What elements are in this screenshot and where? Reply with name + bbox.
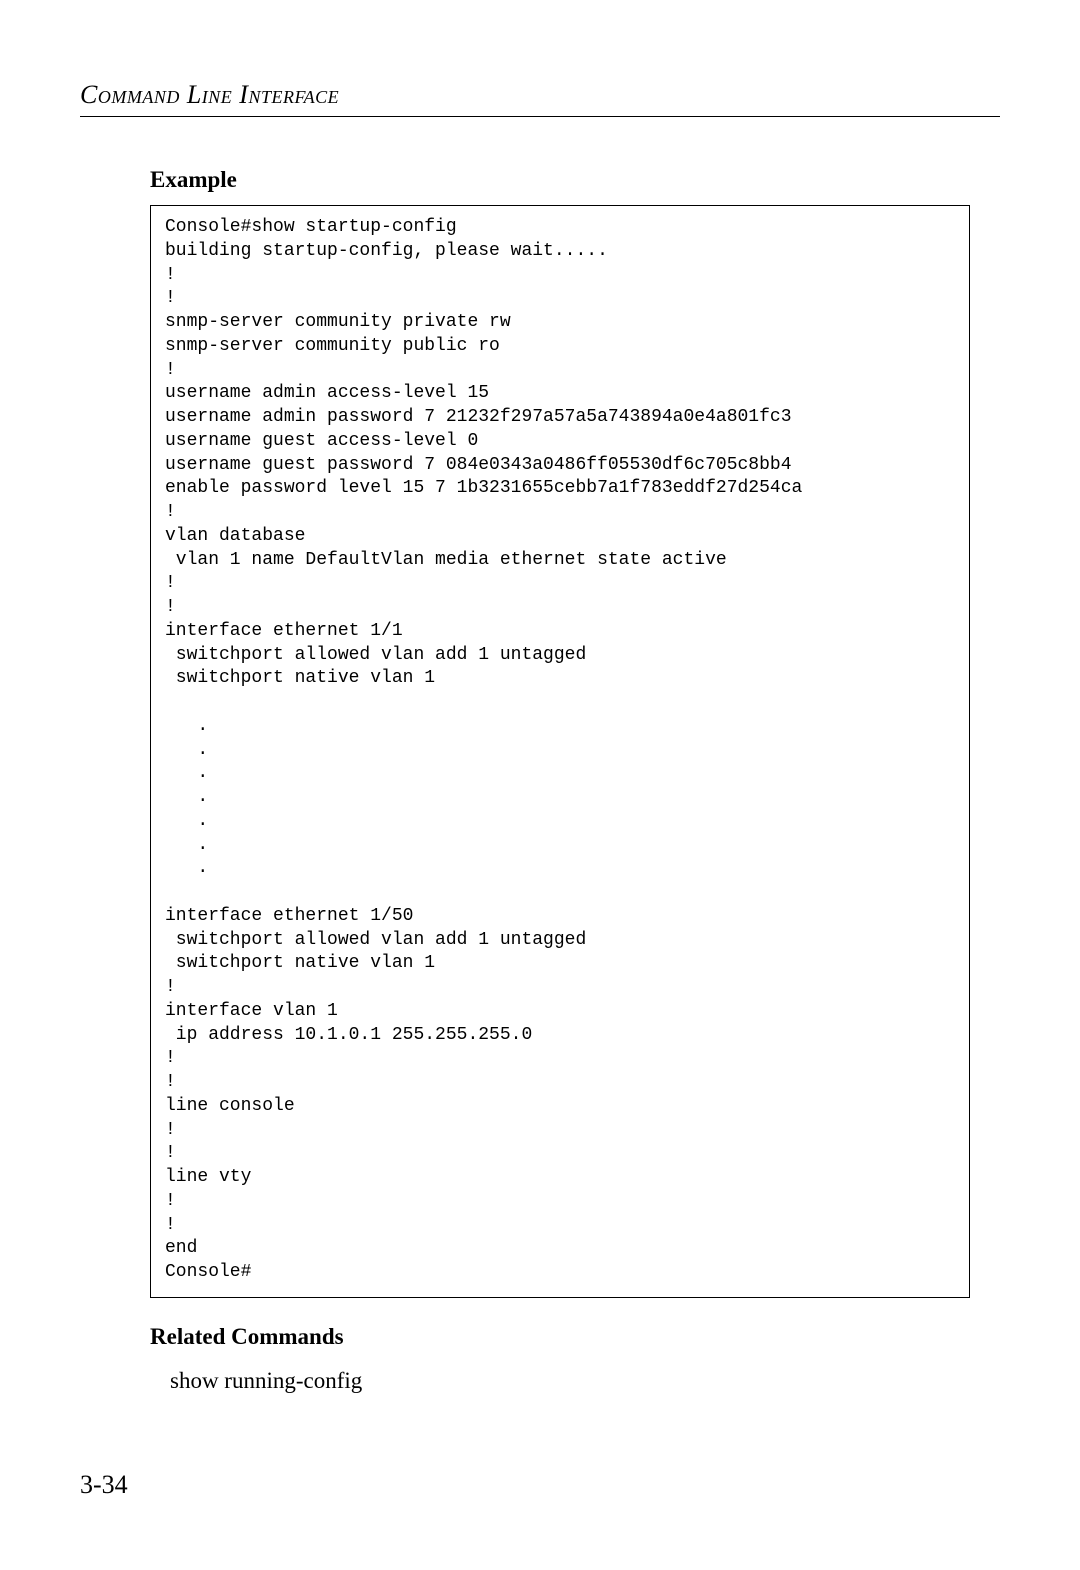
related-commands-body: show running-config bbox=[170, 1368, 970, 1394]
page-number: 3-34 bbox=[80, 1470, 128, 1500]
code-example-box: Console#show startup-config building sta… bbox=[150, 205, 970, 1298]
header-rule bbox=[80, 116, 1000, 117]
content-block: Example Console#show startup-config buil… bbox=[150, 167, 970, 1394]
example-heading: Example bbox=[150, 167, 970, 193]
running-head: Command Line Interface bbox=[80, 80, 1000, 110]
page: Command Line Interface Example Console#s… bbox=[0, 0, 1080, 1570]
related-commands-heading: Related Commands bbox=[150, 1324, 970, 1350]
